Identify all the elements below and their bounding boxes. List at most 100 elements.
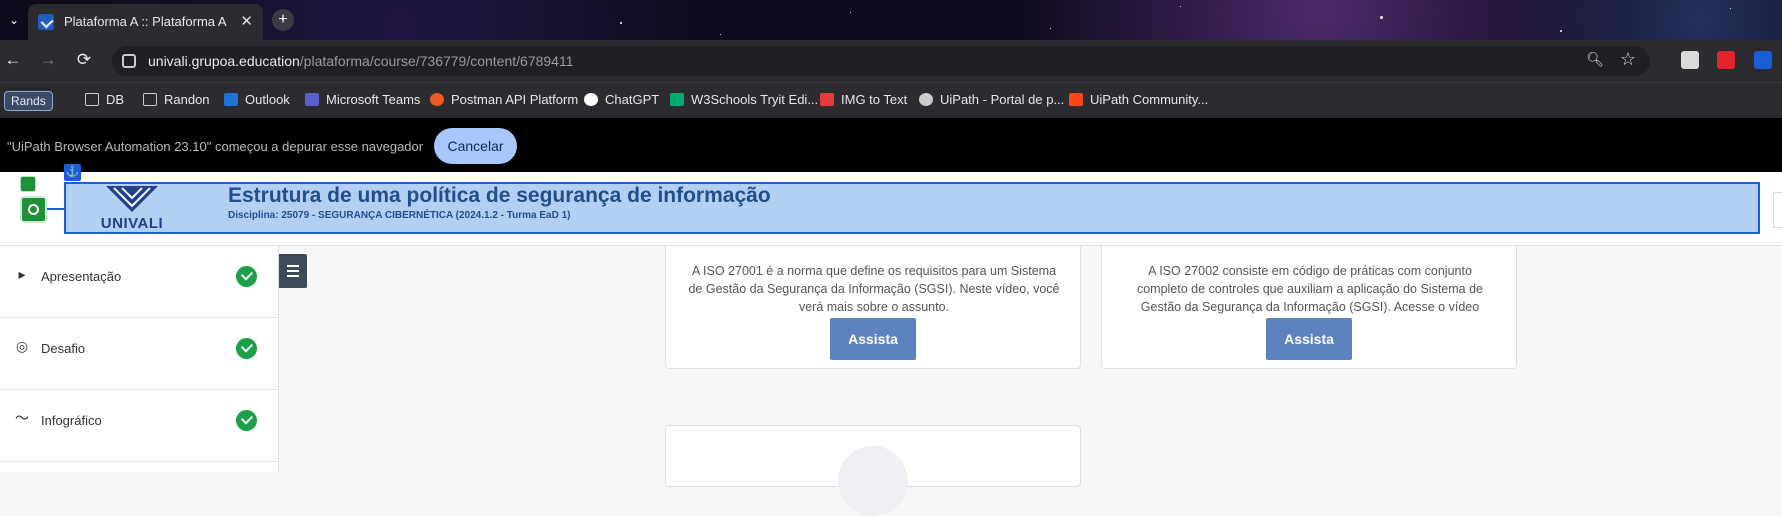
cancel-debug-button[interactable]: Cancelar [434, 128, 517, 164]
new-tab-button[interactable]: + [272, 9, 294, 31]
chart-line-icon: 〜 [15, 410, 29, 426]
profile-chip[interactable]: Rands [4, 91, 53, 111]
bookmark-star-icon[interactable]: ☆ [1620, 49, 1636, 70]
bookmark-label: UiPath - Portal de p... [940, 92, 1065, 107]
url-text[interactable]: univali.grupoa.education/plataforma/cour… [148, 53, 574, 69]
img-to-text-icon [820, 93, 834, 106]
reload-icon[interactable]: ⟳ [73, 50, 95, 70]
folder-icon [85, 93, 99, 106]
chatgpt-icon [584, 93, 598, 106]
anchor-icon[interactable]: ⚓ [64, 164, 81, 181]
sidebar-item-apresentacao[interactable]: ▸ Apresentação [0, 246, 278, 318]
target-icon: ◎ [15, 338, 29, 354]
star-decor [1380, 16, 1383, 19]
sidebar-item-label: Apresentação [41, 269, 122, 284]
zoom-icon[interactable]: 🔍︎ [1586, 51, 1604, 68]
header-right-tab[interactable] [1773, 192, 1782, 228]
bookmark-db[interactable]: DB [85, 92, 124, 107]
completed-check-icon [236, 410, 257, 431]
url-path: /plataforma/course/736779/content/678941… [299, 53, 574, 69]
extension-icon[interactable] [1681, 51, 1699, 69]
star-decor [1730, 8, 1731, 9]
watch-button[interactable]: Assista [830, 318, 916, 360]
close-tab-icon[interactable]: ✕ [240, 12, 253, 30]
star-decor [850, 12, 851, 13]
uipath-target-small-icon[interactable] [20, 176, 36, 192]
star-decor [620, 22, 622, 24]
bookmark-w3schools[interactable]: W3Schools Tryit Edi... [670, 92, 818, 107]
bookmark-uipath-portal[interactable]: UiPath - Portal de p... [919, 92, 1064, 107]
sidebar-item-desafio[interactable]: ◎ Desafio [0, 318, 278, 390]
omnibox[interactable]: univali.grupoa.education/plataforma/cour… [112, 46, 1650, 76]
browser-tab[interactable]: Plataforma A :: Plataforma A ✕ [28, 4, 263, 40]
bookmark-label: ChatGPT [605, 92, 660, 107]
bookmark-label: Postman API Platform [451, 92, 579, 107]
bookmark-outlook[interactable]: Outlook [224, 92, 290, 107]
hamburger-icon [287, 275, 299, 277]
tab-search-chevron-icon[interactable]: ⌄ [4, 8, 24, 32]
back-arrow-icon[interactable]: ← [2, 50, 24, 70]
uipath-anchor-line [47, 208, 65, 210]
univali-favicon-icon [38, 14, 54, 30]
bookmark-uipath-community[interactable]: UiPath Community... [1069, 92, 1208, 107]
completed-check-icon [236, 338, 257, 359]
watch-button[interactable]: Assista [1266, 318, 1352, 360]
w3schools-icon [670, 93, 684, 106]
play-icon: ▸ [18, 266, 26, 282]
bookmark-chatgpt[interactable]: ChatGPT [584, 92, 659, 107]
sidebar-item-infografico[interactable]: 〜 Infográfico [0, 390, 278, 462]
content-card-iso27001: A ISO 27001 é a norma que define os requ… [665, 246, 1081, 369]
folder-icon [143, 93, 157, 106]
url-host: univali.grupoa.education [148, 53, 300, 69]
bookmark-label: Microsoft Teams [326, 92, 421, 107]
sidebar: ▸ Apresentação ◎ Desafio 〜 Infográfico [0, 246, 279, 472]
address-bar-row: ← → ⟳ univali.grupoa.education/plataform… [0, 40, 1782, 82]
postman-icon [430, 93, 444, 106]
forward-arrow-icon[interactable]: → [37, 50, 59, 70]
content-card [665, 425, 1081, 516]
teams-icon [305, 93, 319, 106]
course-header: UNIVALI Estrutura de uma política de seg… [0, 164, 1782, 246]
bookmark-postman[interactable]: Postman API Platform [430, 92, 578, 107]
bookmark-img-to-text[interactable]: IMG to Text [820, 92, 907, 107]
menu-toggle-button[interactable] [279, 254, 307, 288]
content-card-iso27002: A ISO 27002 consiste em código de prátic… [1101, 246, 1517, 369]
tab-title: Plataforma A :: Plataforma A [64, 14, 227, 29]
page-title: Estrutura de uma política de segurança d… [228, 184, 771, 207]
uipath-globe-icon [919, 93, 933, 106]
star-decor [720, 34, 721, 35]
page-content: UNIVALI Estrutura de uma política de seg… [0, 164, 1782, 516]
bookmarks-bar: Rands DB Randon Outlook Microsoft Teams … [0, 82, 1782, 119]
sidebar-item-label: Desafio [41, 341, 86, 356]
star-decor [1560, 30, 1562, 32]
univali-logo: UNIVALI [96, 184, 168, 232]
hamburger-icon [287, 265, 299, 267]
completed-check-icon [236, 266, 257, 287]
uipath-extension-icon[interactable] [1754, 51, 1772, 69]
debug-message: "UiPath Browser Automation 23.10" começo… [7, 139, 424, 154]
site-info-icon[interactable] [122, 54, 136, 68]
bookmark-teams[interactable]: Microsoft Teams [305, 92, 420, 107]
card-icon-circle [838, 446, 908, 516]
extension-red-icon[interactable] [1717, 51, 1735, 69]
univali-logo-icon [106, 186, 158, 212]
bookmark-label: Outlook [245, 92, 290, 107]
card-description: A ISO 27001 é a norma que define os requ… [688, 264, 1060, 314]
bookmark-randon[interactable]: Randon [143, 92, 210, 107]
bookmark-label: DB [106, 92, 125, 107]
sidebar-item-label: Infográfico [41, 413, 102, 428]
outlook-icon [224, 93, 238, 106]
debugging-infobar: "UiPath Browser Automation 23.10" começo… [0, 118, 1782, 172]
bookmark-label: Randon [164, 92, 210, 107]
star-decor [1180, 6, 1181, 7]
tab-strip: ⌄ Plataforma A :: Plataforma A ✕ + [0, 0, 1782, 40]
logo-text: UNIVALI [100, 215, 164, 232]
bookmark-label: IMG to Text [841, 92, 908, 107]
hamburger-icon [287, 270, 299, 272]
uipath-target-icon[interactable] [20, 196, 47, 223]
bookmark-label: W3Schools Tryit Edi... [691, 92, 819, 107]
bookmark-label: UiPath Community... [1090, 92, 1209, 107]
course-subtitle: Disciplina: 25079 - SEGURANÇA CIBERNÉTIC… [228, 210, 571, 221]
uipath-icon [1069, 93, 1083, 106]
star-decor [1050, 28, 1051, 29]
